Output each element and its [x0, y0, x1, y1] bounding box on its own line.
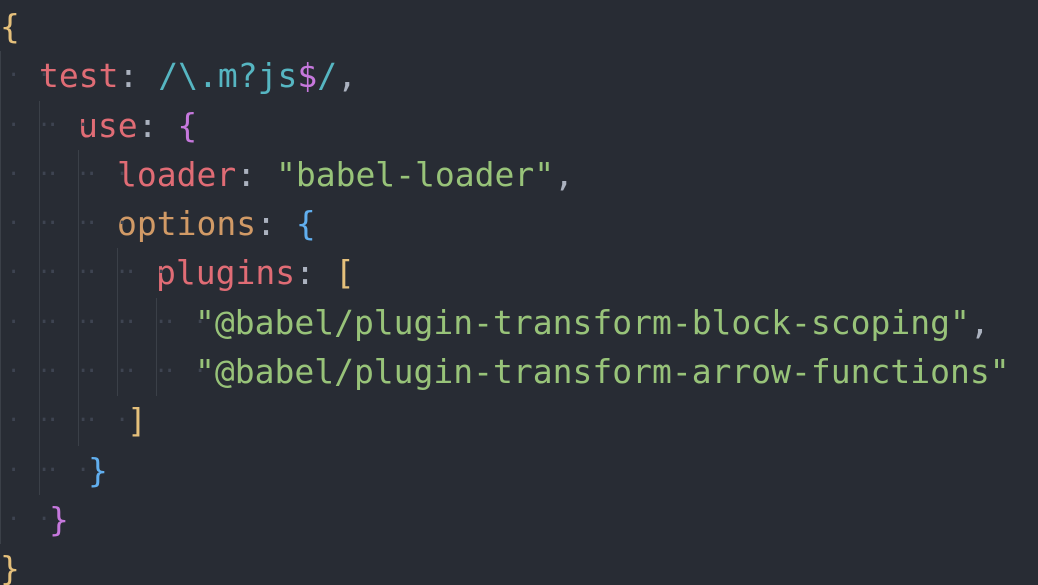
indent-guide [0, 248, 53, 299]
indent-guide [0, 494, 53, 545]
indent-guide [0, 149, 53, 200]
indent-guide [117, 248, 170, 299]
code-line-5: options: { [0, 199, 1038, 249]
indent-guide [39, 248, 92, 299]
indent-guide [78, 347, 131, 397]
code-line-2: test: /\.m?js$/, [0, 51, 1038, 101]
colon: : [295, 253, 335, 293]
indent-guide [78, 297, 131, 348]
indent-guide [0, 347, 53, 397]
code-line-6: plugins: [ [0, 248, 1038, 299]
comma: , [337, 56, 357, 96]
code-line-1: { [0, 2, 1038, 51]
loader-key: loader [117, 154, 237, 194]
colon: : [137, 105, 178, 145]
regex-end: / [317, 56, 338, 96]
plugin-string: "@babel/plugin-transform-block-scoping" [195, 302, 970, 342]
comma: , [969, 302, 990, 342]
comma: , [554, 154, 574, 194]
indent-guide [78, 149, 131, 200]
indent-guide [0, 297, 53, 348]
indent-guide [39, 347, 92, 397]
code-line-8: "@babel/plugin-transform-arrow-functions… [0, 347, 1038, 397]
open-brace-root: { [0, 7, 20, 46]
code-line-9: ] [0, 396, 1038, 446]
options-key: options [117, 204, 257, 244]
indent-guide [39, 149, 92, 200]
regex-dollar: $ [297, 56, 318, 96]
indent-guide [0, 445, 53, 496]
indent-guide [39, 297, 92, 348]
plugin-string: "@babel/plugin-transform-arrow-functions… [195, 352, 1010, 392]
indent-guide [78, 199, 131, 249]
loader-value: "babel-loader" [275, 154, 555, 194]
code-line-3: use: { [0, 100, 1038, 151]
indent-guide [39, 396, 92, 446]
indent-guide [39, 100, 92, 151]
open-bracket-plugins: [ [334, 253, 355, 293]
indent-guide [156, 297, 209, 348]
code-line-4: loader: "babel-loader", [0, 149, 1038, 200]
code-editor[interactable]: { test: /\.m?js$/, use: { loader: "babel… [0, 0, 1038, 585]
indent-guide [0, 51, 53, 101]
indent-guide [0, 396, 53, 446]
open-brace-use: { [177, 105, 198, 145]
indent-guide [0, 199, 53, 249]
code-line-10: } [0, 445, 1038, 496]
indent-guide [117, 347, 170, 397]
indent-guide [78, 248, 131, 299]
regex-value: /\.m?js [158, 56, 298, 96]
indent-guide [0, 100, 53, 151]
close-brace-root: } [0, 549, 20, 585]
colon: : [118, 56, 159, 96]
colon: : [256, 204, 296, 244]
plugins-key: plugins [156, 253, 296, 293]
code-line-7: "@babel/plugin-transform-block-scoping", [0, 297, 1038, 348]
colon: : [236, 154, 276, 194]
indent-guide [39, 199, 92, 249]
indent-guide [117, 297, 170, 348]
indent-guide [39, 445, 92, 496]
code-line-11: } [0, 494, 1038, 545]
indent-guide [78, 396, 131, 446]
code-line-12: } [0, 544, 1038, 585]
indent-guide [156, 347, 209, 397]
open-brace-options: { [295, 204, 316, 244]
